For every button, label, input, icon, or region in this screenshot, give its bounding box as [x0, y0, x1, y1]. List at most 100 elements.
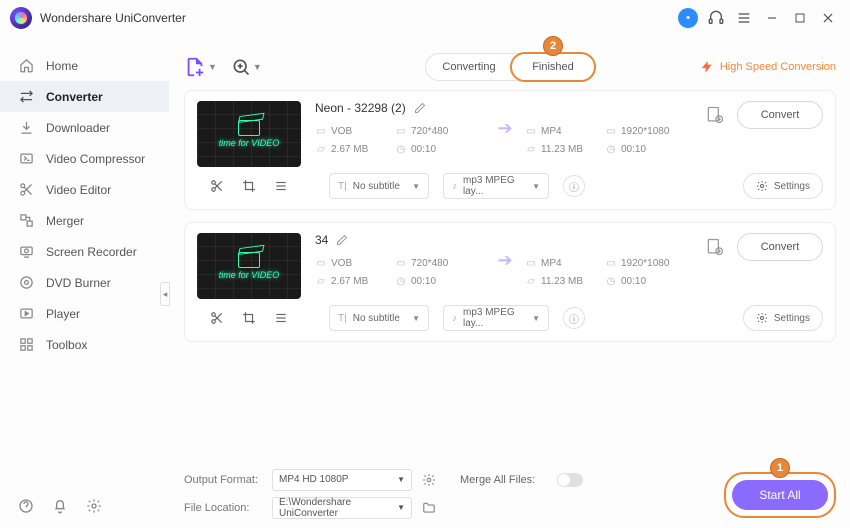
sidebar: Home Converter Downloader Video Compress… — [0, 36, 170, 528]
disc-icon — [18, 275, 34, 291]
sidebar-item-compressor[interactable]: Video Compressor — [0, 143, 169, 174]
help-icon[interactable] — [18, 498, 34, 514]
item-settings-button[interactable]: Settings — [743, 173, 823, 199]
output-settings-icon[interactable] — [705, 105, 725, 125]
sidebar-item-dvd[interactable]: DVD Burner — [0, 267, 169, 298]
start-all-button[interactable]: Start All — [732, 480, 828, 510]
settings-icon[interactable] — [86, 498, 102, 514]
info-icon[interactable]: ⓘ — [563, 175, 585, 197]
sidebar-item-merger[interactable]: Merger — [0, 205, 169, 236]
main-panel: ▼ ▼ Converting 2 Finished High Speed Con… — [170, 36, 850, 528]
audio-dropdown[interactable]: ♪mp3 MPEG lay...▼ — [443, 305, 549, 331]
output-format-label: Output Format: — [184, 474, 262, 486]
scissors-icon — [18, 182, 34, 198]
app-title: Wondershare UniConverter — [40, 11, 186, 25]
headset-icon[interactable] — [704, 6, 728, 30]
sidebar-item-downloader[interactable]: Downloader — [0, 112, 169, 143]
size-icon: ▱ — [315, 143, 327, 155]
duration-icon: ◷ — [395, 143, 407, 155]
converter-icon — [18, 89, 34, 105]
tab-finished[interactable]: 2 Finished — [510, 52, 596, 82]
format-icon: ▭ — [315, 125, 327, 137]
close-button[interactable] — [816, 6, 840, 30]
collapse-handle[interactable]: ◂ — [160, 282, 170, 306]
info-icon[interactable]: ⓘ — [563, 307, 585, 329]
merge-toggle[interactable] — [557, 473, 583, 487]
trim-icon[interactable] — [210, 179, 224, 193]
compress-icon — [18, 151, 34, 167]
subtitle-dropdown[interactable]: T|No subtitle▼ — [329, 305, 429, 331]
sidebar-item-home[interactable]: Home — [0, 50, 169, 81]
sidebar-label: Merger — [46, 214, 84, 228]
more-icon[interactable] — [274, 179, 288, 193]
minimize-button[interactable] — [760, 6, 784, 30]
arrow-right-icon: ➔ — [497, 118, 512, 139]
subtitle-dropdown[interactable]: T|No subtitle▼ — [329, 173, 429, 199]
sidebar-label: Screen Recorder — [46, 245, 137, 259]
bottom-bar: Output Format: MP4 HD 1080P▼ Merge All F… — [184, 464, 836, 528]
add-url-button[interactable]: ▼ — [231, 57, 262, 77]
app-logo — [10, 7, 32, 29]
sidebar-label: Video Compressor — [46, 152, 145, 166]
output-settings-icon[interactable] — [705, 237, 725, 257]
play-icon — [18, 306, 34, 322]
sidebar-item-converter[interactable]: Converter — [0, 81, 169, 112]
file-location-select[interactable]: E:\Wondershare UniConverter▼ — [272, 497, 412, 519]
edit-icon[interactable] — [336, 234, 348, 246]
open-folder-icon[interactable] — [422, 501, 436, 515]
file-location-label: File Location: — [184, 502, 262, 514]
sidebar-label: Toolbox — [46, 338, 87, 352]
download-icon — [18, 120, 34, 136]
edit-icon[interactable] — [414, 102, 426, 114]
user-avatar[interactable]: • — [676, 6, 700, 30]
sidebar-item-toolbox[interactable]: Toolbox — [0, 329, 169, 360]
crop-icon[interactable] — [242, 179, 256, 193]
output-settings-icon[interactable] — [422, 473, 436, 487]
add-file-button[interactable]: ▼ — [184, 56, 217, 78]
crop-icon[interactable] — [242, 311, 256, 325]
sidebar-label: Downloader — [46, 121, 110, 135]
home-icon — [18, 58, 34, 74]
resolution-icon: ▭ — [395, 125, 407, 137]
video-thumbnail[interactable]: time for VIDEO — [197, 233, 301, 299]
sidebar-label: Player — [46, 307, 80, 321]
convert-button[interactable]: Convert — [737, 233, 823, 261]
maximize-button[interactable] — [788, 6, 812, 30]
grid-icon — [18, 337, 34, 353]
sidebar-label: DVD Burner — [46, 276, 111, 290]
bolt-icon — [700, 60, 714, 74]
conversion-item: time for VIDEO 34 ▭VOB ▭720*480 ▱2.67 MB… — [184, 222, 836, 342]
high-speed-link[interactable]: High Speed Conversion — [700, 60, 836, 74]
tab-converting[interactable]: Converting — [426, 54, 512, 80]
convert-button[interactable]: Convert — [737, 101, 823, 129]
start-highlight: 1 Start All — [724, 472, 836, 518]
conversion-item: time for VIDEO Neon - 32298 (2) ▭VOB ▭72… — [184, 90, 836, 210]
record-icon — [18, 244, 34, 260]
sidebar-label: Converter — [46, 90, 103, 104]
chevron-down-icon: ▼ — [253, 62, 262, 72]
video-thumbnail[interactable]: time for VIDEO — [197, 101, 301, 167]
bell-icon[interactable] — [52, 498, 68, 514]
menu-icon[interactable] — [732, 6, 756, 30]
sidebar-item-editor[interactable]: Video Editor — [0, 174, 169, 205]
merge-label: Merge All Files: — [460, 474, 535, 486]
titlebar: Wondershare UniConverter • — [0, 0, 850, 36]
sidebar-item-recorder[interactable]: Screen Recorder — [0, 236, 169, 267]
callout-1: 1 — [770, 458, 790, 478]
chevron-down-icon: ▼ — [208, 62, 217, 72]
trim-icon[interactable] — [210, 311, 224, 325]
merge-icon — [18, 213, 34, 229]
add-url-icon — [231, 57, 251, 77]
sidebar-label: Video Editor — [46, 183, 111, 197]
arrow-right-icon: ➔ — [497, 250, 512, 271]
audio-dropdown[interactable]: ♪mp3 MPEG lay...▼ — [443, 173, 549, 199]
sidebar-label: Home — [46, 59, 78, 73]
output-format-select[interactable]: MP4 HD 1080P▼ — [272, 469, 412, 491]
item-title: 34 — [315, 233, 328, 247]
callout-2: 2 — [543, 36, 563, 56]
tab-switch: Converting 2 Finished — [425, 53, 595, 81]
item-title: Neon - 32298 (2) — [315, 101, 406, 115]
item-settings-button[interactable]: Settings — [743, 305, 823, 331]
sidebar-item-player[interactable]: Player — [0, 298, 169, 329]
more-icon[interactable] — [274, 311, 288, 325]
